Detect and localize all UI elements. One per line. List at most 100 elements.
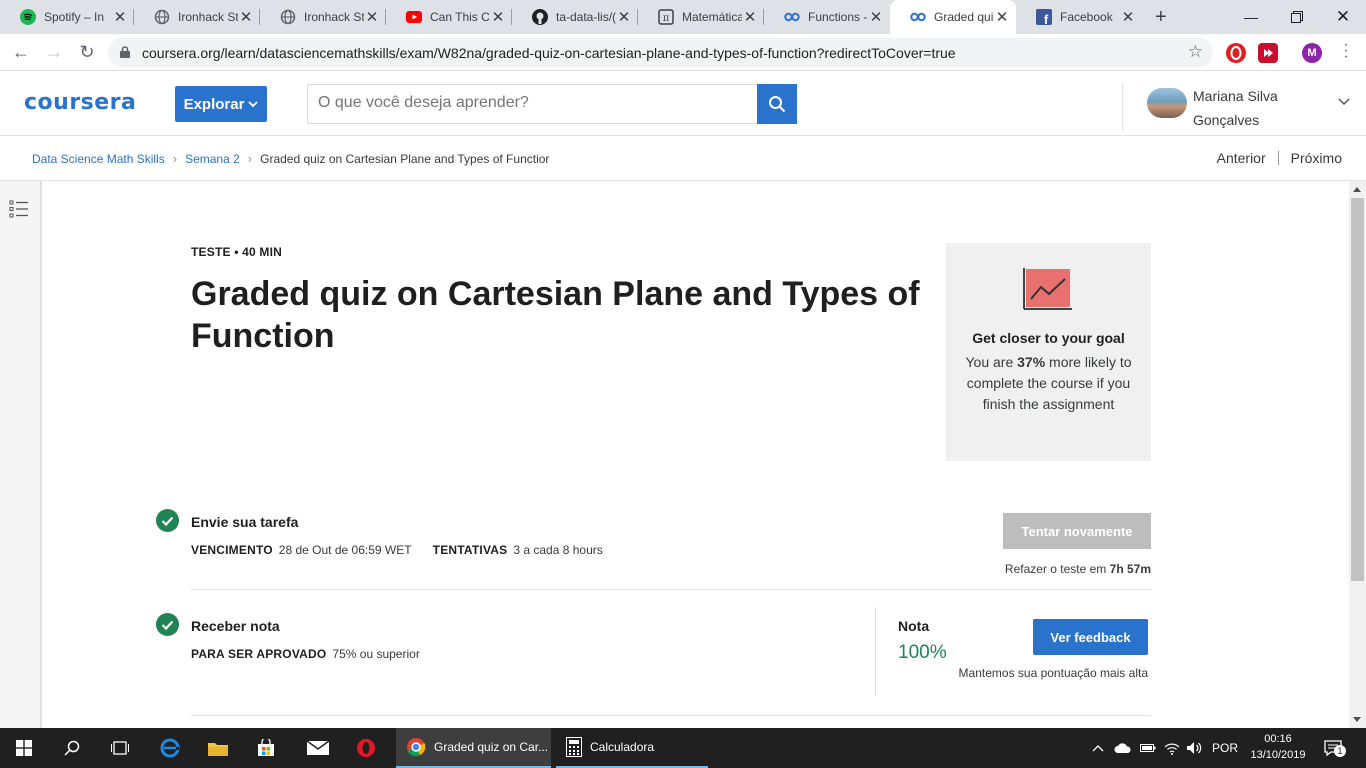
quiz-kicker: TESTE • 40 MIN bbox=[191, 245, 283, 259]
next-link[interactable]: Próximo bbox=[1291, 150, 1342, 166]
browser-tab-spotify[interactable]: Spotify – In ✕ bbox=[0, 0, 134, 34]
taskbar-chrome-label: Graded quiz on Car... bbox=[434, 740, 549, 754]
item-navigation: Anterior Próximo bbox=[1217, 150, 1342, 166]
opera-icon[interactable] bbox=[342, 728, 390, 768]
breadcrumb-bar: Data Science Math Skills › Semana 2 › Gr… bbox=[0, 136, 1366, 181]
coursera-icon bbox=[910, 9, 926, 25]
close-icon[interactable]: ✕ bbox=[616, 8, 632, 26]
show-hidden-icons-icon[interactable] bbox=[1092, 728, 1104, 768]
course-outline-rail bbox=[0, 181, 42, 728]
wifi-icon[interactable] bbox=[1164, 728, 1180, 768]
page-scrollbar[interactable] bbox=[1349, 181, 1366, 728]
edge-browser-icon[interactable] bbox=[146, 728, 194, 768]
reload-icon[interactable]: ↻ bbox=[75, 41, 99, 65]
tab-title: Functions - bbox=[808, 10, 868, 24]
taskbar-calculator-app[interactable]: Calculadora bbox=[556, 728, 708, 768]
onedrive-icon[interactable] bbox=[1114, 728, 1132, 768]
volume-icon[interactable] bbox=[1186, 728, 1202, 768]
taskbar-chrome-app[interactable]: Graded quiz on Car... bbox=[396, 728, 551, 768]
search-icon[interactable] bbox=[48, 728, 96, 768]
restore-button[interactable] bbox=[1274, 0, 1320, 34]
browser-tab-youtube[interactable]: Can This Ch ✕ bbox=[386, 0, 512, 34]
retry-note: Refazer o teste em 7h 57m bbox=[1004, 562, 1151, 576]
new-tab-button[interactable]: + bbox=[1155, 7, 1167, 27]
file-explorer-icon[interactable] bbox=[194, 728, 242, 768]
language-indicator[interactable]: POR bbox=[1212, 728, 1238, 768]
browser-tab-github[interactable]: ta-data-lis/( ✕ bbox=[512, 0, 638, 34]
grade-value: 100% bbox=[898, 642, 947, 663]
clock-time: 00:16 bbox=[1264, 733, 1292, 745]
breadcrumb: Data Science Math Skills › Semana 2 › Gr… bbox=[32, 151, 560, 166]
pass-label: PARA SER APROVADO bbox=[191, 647, 327, 661]
goal-title: Get closer to your goal bbox=[972, 330, 1125, 346]
breadcrumb-week[interactable]: Semana 2 bbox=[185, 152, 240, 166]
search-button[interactable] bbox=[757, 84, 797, 124]
tab-title: ta-data-lis/( bbox=[556, 10, 616, 24]
facebook-icon: f bbox=[1036, 9, 1052, 25]
github-icon bbox=[532, 9, 548, 25]
view-feedback-button[interactable]: Ver feedback bbox=[1033, 619, 1148, 655]
browser-tab-functions[interactable]: Functions - ✕ bbox=[764, 0, 890, 34]
close-icon[interactable]: ✕ bbox=[1120, 8, 1136, 26]
site-header: coursera Explorar O que você deseja apre… bbox=[0, 71, 1366, 136]
retry-button: Tentar novamente bbox=[1003, 513, 1151, 549]
task-view-icon[interactable] bbox=[96, 728, 144, 768]
browser-tab-ironhack-2[interactable]: Ironhack St ✕ bbox=[260, 0, 386, 34]
video-extension-icon[interactable] bbox=[1258, 43, 1278, 63]
check-circle-icon bbox=[156, 613, 179, 636]
back-icon[interactable]: ← bbox=[9, 41, 33, 65]
windows-taskbar: Graded quiz on Car... Calculadora POR 00… bbox=[0, 728, 1366, 768]
browser-tab-strip: Spotify – In ✕ Ironhack St ✕ Ironhack St… bbox=[0, 0, 1366, 34]
close-window-button[interactable]: ✕ bbox=[1320, 0, 1366, 34]
due-label: VENCIMENTO bbox=[191, 543, 273, 557]
browser-tab-ironhack-1[interactable]: Ironhack St ✕ bbox=[134, 0, 260, 34]
previous-link[interactable]: Anterior bbox=[1217, 150, 1266, 166]
close-icon[interactable]: ✕ bbox=[868, 8, 884, 26]
avatar[interactable] bbox=[1147, 88, 1187, 118]
address-bar[interactable]: coursera.org/learn/datasciencemathskills… bbox=[108, 38, 1213, 67]
divider bbox=[191, 589, 1151, 590]
forward-icon[interactable]: → bbox=[42, 41, 66, 65]
browser-toolbar: ← → ↻ coursera.org/learn/datasciencemath… bbox=[0, 34, 1366, 71]
browser-menu-icon[interactable]: · · · bbox=[1340, 37, 1352, 65]
close-icon[interactable]: ✕ bbox=[112, 8, 128, 26]
breadcrumb-course[interactable]: Data Science Math Skills bbox=[32, 152, 165, 166]
notifications-icon[interactable]: 1 bbox=[1324, 728, 1346, 768]
url-text: coursera.org/learn/datasciencemathskills… bbox=[142, 45, 956, 61]
divider bbox=[191, 715, 1151, 716]
mail-icon[interactable] bbox=[294, 728, 342, 768]
close-icon[interactable]: ✕ bbox=[742, 8, 758, 26]
minimize-button[interactable]: — bbox=[1228, 0, 1274, 34]
submit-step-meta: VENCIMENTO 28 de Out de 06:59 WET TENTATI… bbox=[191, 543, 603, 557]
coursera-logo[interactable]: coursera bbox=[24, 90, 136, 115]
svg-text:f: f bbox=[1044, 12, 1049, 25]
svg-text:π: π bbox=[663, 13, 670, 24]
bookmark-star-icon[interactable]: ☆ bbox=[1188, 42, 1203, 62]
store-icon[interactable] bbox=[242, 728, 290, 768]
attempts-label: TENTATIVAS bbox=[432, 543, 508, 557]
scroll-thumb[interactable] bbox=[1351, 198, 1364, 581]
search-input[interactable]: O que você deseja aprender? bbox=[307, 84, 757, 124]
close-icon[interactable]: ✕ bbox=[490, 8, 506, 26]
opera-extension-icon[interactable] bbox=[1226, 43, 1246, 63]
browser-tab-matematica[interactable]: π Matemática ✕ bbox=[638, 0, 764, 34]
user-name[interactable]: Mariana Silva Gonçalves bbox=[1193, 84, 1303, 132]
scroll-up-arrow-icon[interactable] bbox=[1353, 187, 1361, 192]
explore-button[interactable]: Explorar bbox=[175, 86, 267, 122]
close-icon[interactable]: ✕ bbox=[364, 8, 380, 26]
tab-title: Matemática bbox=[682, 10, 742, 24]
tab-title: Ironhack St bbox=[178, 10, 238, 24]
breadcrumb-current: Graded quiz on Cartesian Plane and Types… bbox=[260, 151, 550, 166]
list-icon[interactable] bbox=[9, 200, 29, 218]
close-icon[interactable]: ✕ bbox=[994, 8, 1010, 26]
profile-avatar[interactable]: M bbox=[1302, 43, 1322, 63]
browser-tab-facebook[interactable]: f Facebook ✕ bbox=[1016, 0, 1142, 34]
system-clock[interactable]: 00:16 13/10/2019 bbox=[1246, 731, 1310, 763]
chevron-down-icon[interactable] bbox=[1337, 95, 1351, 109]
close-icon[interactable]: ✕ bbox=[238, 8, 254, 26]
scroll-down-arrow-icon[interactable] bbox=[1353, 717, 1361, 722]
browser-tab-graded-quiz[interactable]: Graded qui ✕ bbox=[890, 0, 1016, 34]
divider bbox=[875, 607, 876, 696]
battery-icon[interactable] bbox=[1140, 728, 1156, 768]
windows-start-icon[interactable] bbox=[0, 728, 48, 768]
